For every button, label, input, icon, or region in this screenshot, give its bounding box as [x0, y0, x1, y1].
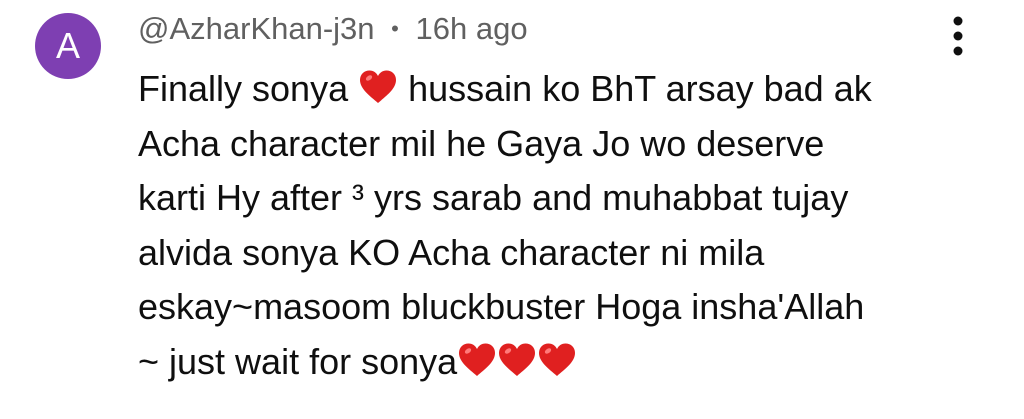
- avatar-letter: A: [55, 25, 80, 66]
- comment-text: Finally sonya hussain ko BhT arsay bad a…: [138, 62, 998, 389]
- comment-text-segment: Finally sonya: [138, 68, 359, 109]
- red-heart-emoji-icon: [358, 69, 398, 105]
- red-heart-emoji-icon: [537, 342, 577, 378]
- three-dots-vertical-icon: [952, 15, 964, 57]
- comment-header: @AzharKhan-j3n • 16h ago: [138, 8, 528, 50]
- red-heart-emoji-icon: [457, 342, 497, 378]
- comment-line: Finally sonya hussain ko BhT arsay bad a…: [138, 62, 998, 117]
- comment-text-segment: Acha character mil he Gaya Jo wo deserve: [138, 122, 825, 164]
- more-options-button[interactable]: [940, 12, 976, 60]
- comment-item: A @AzharKhan-j3n • 16h ago Finally sonya…: [0, 0, 1024, 419]
- comment-line: karti Hy after ³ yrs sarab and muhabbat …: [138, 171, 998, 226]
- comment-text-segment: alvida sonya KO Acha character ni mila: [138, 231, 765, 273]
- comment-line: eskay~masoom bluckbuster Hoga insha'Alla…: [138, 280, 998, 335]
- red-heart-emoji-icon: [497, 342, 537, 378]
- comment-text-segment: hussain ko BhT arsay bad ak: [398, 68, 872, 109]
- header-separator: •: [391, 16, 399, 41]
- comment-line: ~ just wait for sonya: [138, 335, 998, 390]
- comment-line: Acha character mil he Gaya Jo wo deserve: [138, 117, 998, 172]
- comment-line: alvida sonya KO Acha character ni mila: [138, 226, 998, 281]
- author-name[interactable]: @AzharKhan-j3n: [138, 11, 375, 46]
- comment-text-segment: ~ just wait for sonya: [138, 340, 458, 382]
- comment-text-segment: karti Hy after ³ yrs sarab and muhabbat …: [138, 177, 849, 218]
- comment-text-segment: eskay~masoom bluckbuster Hoga insha'Alla…: [138, 286, 865, 327]
- avatar[interactable]: A: [35, 13, 101, 79]
- comment-timestamp[interactable]: 16h ago: [416, 11, 528, 46]
